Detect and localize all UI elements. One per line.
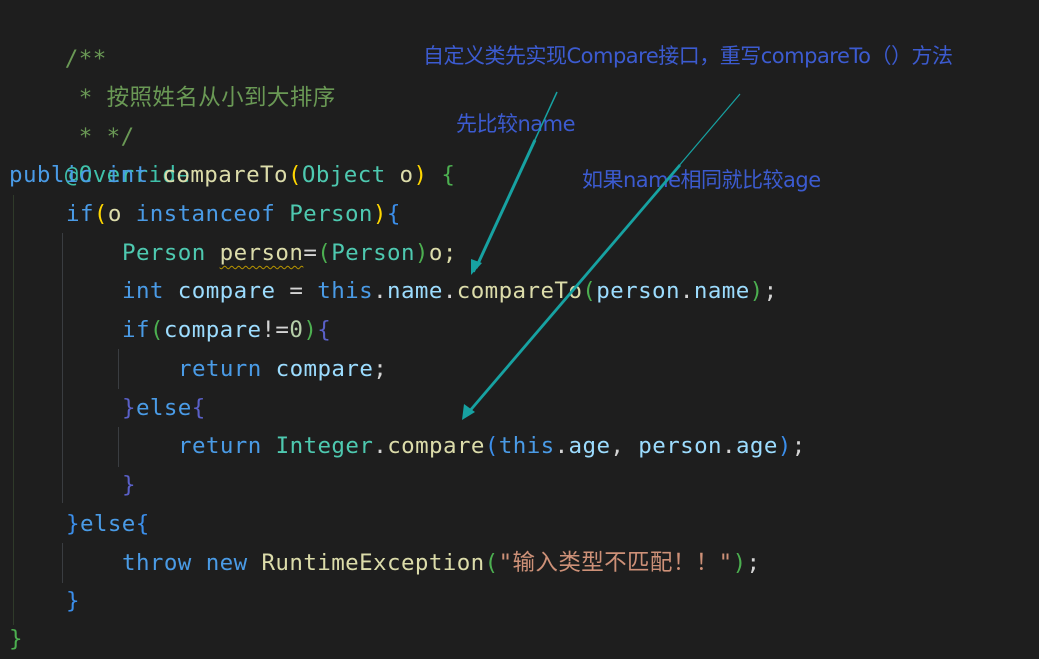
arrow-to-compare-age — [462, 93, 741, 420]
arrow-line-thick — [466, 164, 682, 414]
arrow-line-thick — [474, 139, 537, 269]
annotation-arrows — [462, 91, 741, 420]
arrow-to-compare-name — [471, 91, 558, 275]
